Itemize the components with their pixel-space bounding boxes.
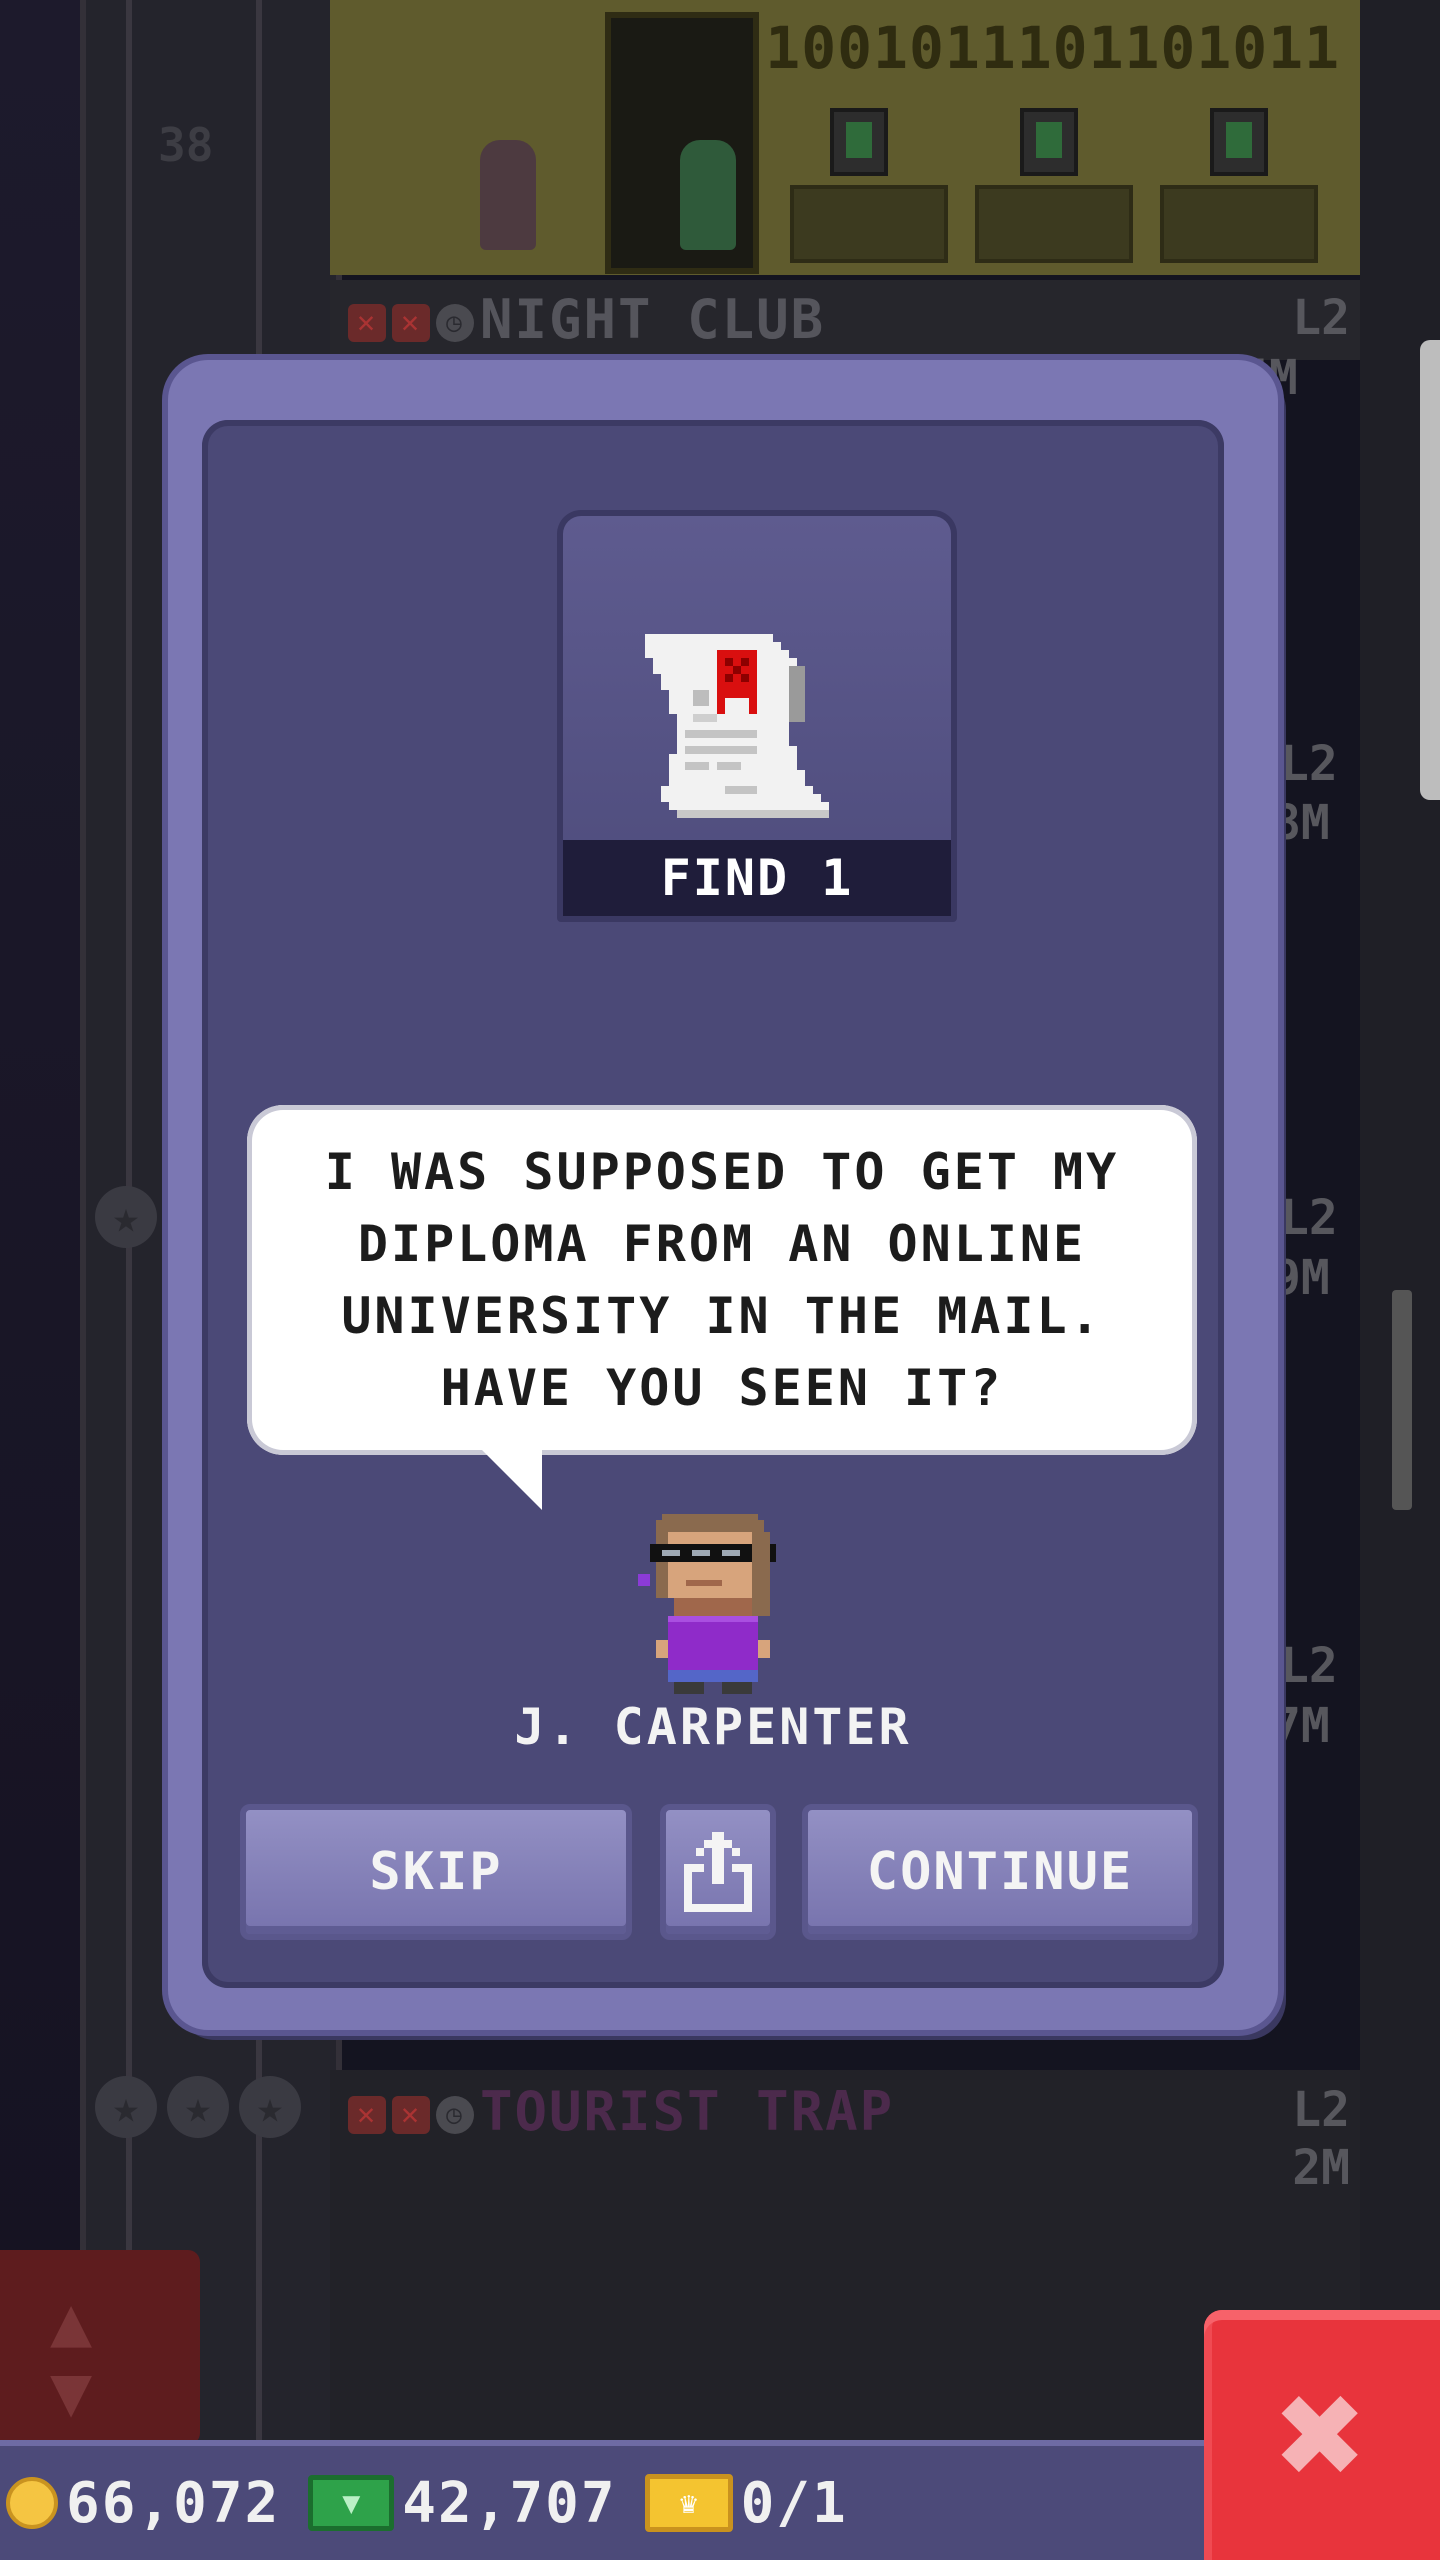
close-icon: ✖	[1276, 2348, 1368, 2522]
monitor-icon	[1020, 108, 1078, 176]
coins-count: 66,072	[66, 2470, 281, 2536]
star-icon: ★	[239, 2076, 301, 2138]
clock-icon: ◷	[436, 2096, 474, 2135]
ticket-count: 0/1	[740, 2470, 848, 2536]
floor-price: 2M	[1292, 2140, 1350, 2196]
mission-dialog: FIND 1 I WAS SUPPOSED TO GET MY DIPLOMA …	[168, 360, 1278, 2030]
speech-bubble-tail	[482, 1450, 542, 1510]
bitizen-avatar	[638, 1514, 776, 1694]
floor-office[interactable]: 1001011101101011	[330, 0, 1360, 275]
star-rating: ★	[95, 1186, 157, 1248]
mission-dialog-body: FIND 1 I WAS SUPPOSED TO GET MY DIPLOMA …	[202, 420, 1224, 1988]
skip-button[interactable]: SKIP	[240, 1804, 632, 1940]
star-icon: ★	[95, 2076, 157, 2138]
star-icon: ★	[167, 2076, 229, 2138]
floor-number: 38	[158, 118, 214, 172]
desk	[975, 185, 1133, 263]
clock-icon: ◷	[436, 304, 474, 343]
desk	[1160, 185, 1318, 263]
floor-night-club[interactable]: ✕ ✕ ◷ NIGHT CLUB L2	[330, 280, 1360, 360]
x-icon: ✕	[392, 2096, 430, 2135]
star-rating: ★ ★ ★	[95, 2076, 301, 2138]
find-count-label: FIND 1	[563, 840, 951, 916]
bux-count: 42,707	[402, 2470, 617, 2536]
floor-price: 8M	[1272, 795, 1330, 851]
floor-level: L2	[1280, 1190, 1338, 1246]
floor-name-label: ✕ ✕ ◷ TOURIST TRAP	[348, 2080, 894, 2143]
coin-icon	[6, 2477, 58, 2529]
side-scroll-handle[interactable]	[1420, 340, 1440, 800]
bitizen[interactable]	[680, 140, 736, 250]
monitor-icon	[1210, 108, 1268, 176]
floor-level: L2	[1280, 736, 1338, 792]
floor-binary-sign: 1001011101101011	[765, 14, 1340, 82]
character-name: J. CARPENTER	[514, 1698, 912, 1756]
continue-button[interactable]: CONTINUE	[802, 1804, 1198, 1940]
bux-icon: ▼	[308, 2475, 395, 2531]
golden-ticket-icon: ♛	[644, 2474, 733, 2532]
floor-level: L2	[1292, 2082, 1350, 2138]
x-icon: ✕	[392, 304, 430, 343]
speech-text: I WAS SUPPOSED TO GET MY DIPLOMA FROM AN…	[324, 1143, 1120, 1417]
x-icon: ✕	[348, 2096, 386, 2135]
share-icon	[684, 1832, 752, 1912]
sky-column	[0, 0, 80, 2560]
x-icon: ✕	[348, 304, 386, 343]
elevator-scroll-button[interactable]: ▲ ▼	[0, 2250, 200, 2445]
desk	[790, 185, 948, 263]
floor-price: 7M	[1272, 1698, 1330, 1754]
star-icon: ★	[95, 1186, 157, 1248]
monitor-icon	[830, 108, 888, 176]
side-gauge	[1392, 1290, 1412, 1510]
floor-level: L2	[1292, 290, 1350, 346]
speech-bubble: I WAS SUPPOSED TO GET MY DIPLOMA FROM AN…	[247, 1105, 1197, 1455]
share-button[interactable]	[660, 1804, 776, 1940]
bitizen[interactable]	[480, 140, 536, 250]
floor-level: L2	[1280, 1638, 1338, 1694]
floor-name-label: ✕ ✕ ◷ NIGHT CLUB	[348, 288, 825, 351]
diploma-scroll-icon	[645, 634, 829, 818]
mission-item-card: FIND 1	[557, 510, 957, 922]
status-bar: 66,072 ▼ 42,707 ♛ 0/1	[0, 2440, 1210, 2560]
arrow-down-icon: ▼	[50, 2350, 93, 2432]
close-button[interactable]: ✖	[1204, 2310, 1440, 2560]
